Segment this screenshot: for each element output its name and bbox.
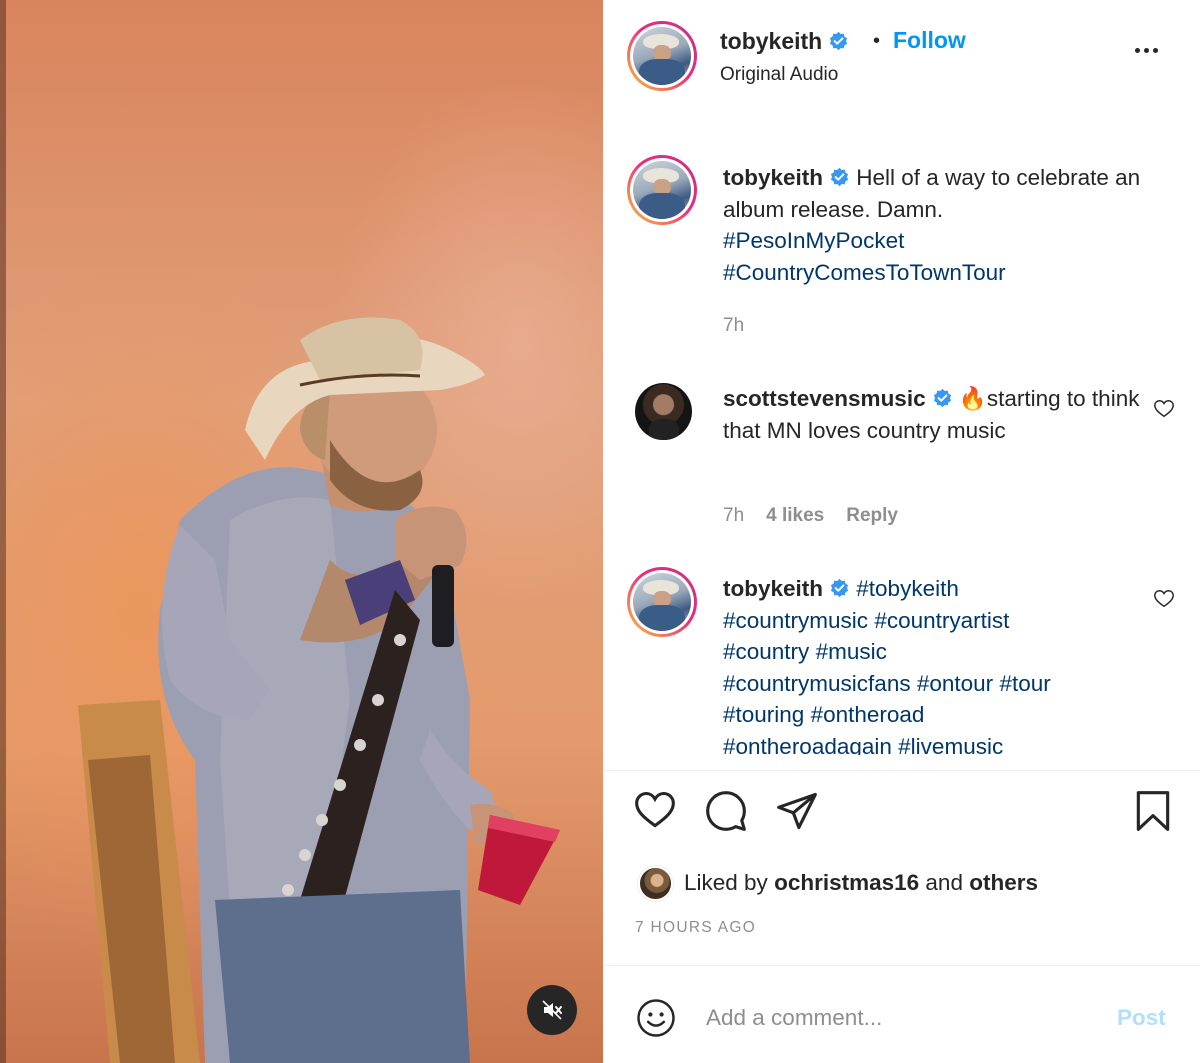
header-separator: • (873, 30, 881, 52)
hashtag-link[interactable]: #countrymusicfans (723, 671, 911, 696)
hashtag-link[interactable]: #country (723, 639, 809, 664)
likes-conjunction: and (925, 870, 963, 895)
verified-badge-icon (830, 167, 849, 187)
comments-list[interactable]: tobykeith Hell of a way to celebrate an … (603, 130, 1200, 755)
comment-meta: 7h 4 likes Reply (723, 505, 920, 527)
section-divider (603, 965, 1200, 966)
comment-like-heart-icon[interactable] (1153, 588, 1175, 610)
commenter-username[interactable]: tobykeith (723, 576, 823, 601)
hashtag-link[interactable]: #touring (723, 702, 804, 727)
comment-text: tobykeith #tobykeith #countrymusic #coun… (723, 573, 1168, 755)
hashtag-link[interactable]: #ontour (917, 671, 993, 696)
hashtag-link[interactable]: #ontheroad (811, 702, 925, 727)
caption-avatar[interactable] (627, 155, 697, 225)
verified-badge-icon (830, 31, 848, 51)
post-timestamp[interactable]: 7 HOURS AGO (635, 919, 756, 937)
reply-button[interactable]: Reply (846, 505, 898, 526)
speaker-muted-icon (542, 1000, 562, 1020)
post-comment-button[interactable]: Post (1117, 1005, 1166, 1031)
commenter-username[interactable]: scottstevensmusic (723, 386, 926, 411)
commenter-avatar[interactable] (627, 567, 697, 637)
hashtag-link[interactable]: #PesoInMyPocket (723, 228, 904, 253)
smiley-icon[interactable] (635, 997, 677, 1039)
more-options-icon[interactable] (1135, 42, 1165, 58)
hashtag-link[interactable]: #ontheroadagain (723, 734, 892, 755)
hashtag-link[interactable]: #livemusic (898, 734, 1003, 755)
comment-input[interactable] (706, 998, 1096, 1038)
comment-likes[interactable]: 4 likes (766, 505, 824, 526)
author-avatar[interactable] (627, 21, 697, 91)
bookmark-icon[interactable] (1131, 788, 1175, 834)
hashtag-link[interactable]: #countrymusic (723, 608, 868, 633)
author-username-link[interactable]: tobykeith (720, 28, 849, 55)
paper-plane-icon[interactable] (775, 789, 819, 833)
likes-prefix: Liked by (684, 870, 768, 895)
comment-text: scottstevensmusic 🔥starting to think tha… (723, 383, 1168, 446)
likes-summary: Liked by ochristmas16 and others (684, 870, 1038, 896)
hashtag-link[interactable]: #countryartist (874, 608, 1009, 633)
follow-button[interactable]: Follow (893, 27, 966, 54)
comment-like-heart-icon[interactable] (1153, 398, 1175, 420)
hashtag-link[interactable]: #tour (999, 671, 1050, 696)
commenter-avatar[interactable] (635, 383, 692, 440)
hashtag-link[interactable]: #CountryComesToTownTour (723, 260, 1006, 285)
hashtag-link[interactable]: #tobykeith (856, 576, 959, 601)
comment-bubble-icon[interactable] (704, 789, 748, 833)
mute-toggle-button[interactable] (527, 985, 577, 1035)
verified-badge-icon (933, 388, 951, 408)
caption-username[interactable]: tobykeith (723, 165, 823, 190)
post-details-panel: tobykeith • Follow Original Audio tobyke… (603, 0, 1200, 1063)
liker-username[interactable]: ochristmas16 (774, 870, 919, 895)
post-media[interactable] (0, 0, 603, 1063)
hashtag-link[interactable]: #music (816, 639, 887, 664)
comment-time[interactable]: 7h (723, 505, 744, 526)
heart-icon[interactable] (633, 788, 677, 832)
audio-label[interactable]: Original Audio (720, 64, 838, 86)
caption-time[interactable]: 7h (723, 315, 744, 336)
caption-meta: 7h (723, 315, 766, 337)
caption-text: tobykeith Hell of a way to celebrate an … (723, 162, 1168, 288)
verified-badge-icon (830, 578, 849, 598)
fire-emoji: 🔥 (958, 386, 987, 411)
author-username[interactable]: tobykeith (720, 28, 822, 54)
liker-avatar[interactable] (638, 866, 673, 901)
likes-others-link[interactable]: others (969, 870, 1038, 895)
performer-photo (78, 317, 560, 1063)
section-divider (603, 770, 1200, 771)
